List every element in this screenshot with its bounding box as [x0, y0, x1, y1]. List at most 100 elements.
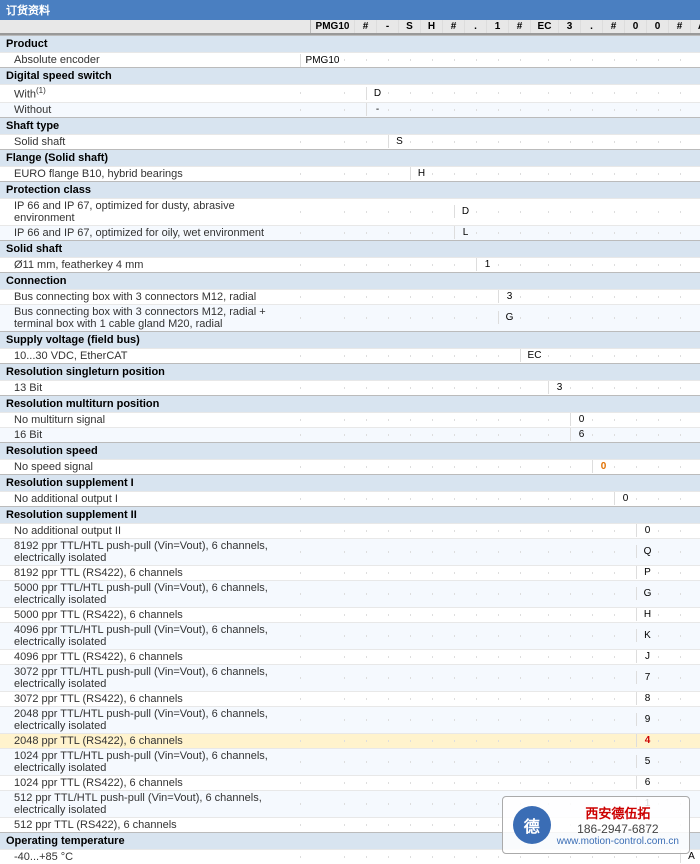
c82g — [454, 572, 476, 574]
c8d — [388, 551, 410, 553]
c5m — [592, 593, 614, 595]
section-singleturn: Resolution singleturn position — [0, 363, 700, 380]
crs1d — [388, 498, 410, 500]
c22c — [366, 740, 388, 742]
cct9: G — [498, 311, 520, 324]
row-no-output-1: No additional output I 0 — [0, 491, 700, 506]
ct1 — [300, 856, 344, 858]
cv13 — [592, 92, 614, 94]
c52q — [680, 614, 700, 616]
co1 — [300, 232, 344, 234]
c52p — [658, 614, 680, 616]
row-values-solid-shaft: S — [300, 135, 700, 149]
c22n — [614, 740, 636, 742]
c9 — [520, 59, 548, 61]
crs7 — [454, 387, 476, 389]
cct12 — [570, 317, 592, 319]
c1d — [388, 761, 410, 763]
col-0b: 0 — [646, 20, 668, 33]
row-values-shaft-11mm: 1 — [300, 258, 700, 272]
cw5 — [410, 109, 432, 111]
cc12 — [570, 296, 592, 298]
cf15 — [636, 173, 658, 175]
c22k — [548, 740, 570, 742]
col-1: 1 — [486, 20, 508, 33]
watermark-phone: 186-2947-6872 — [557, 822, 679, 836]
co10 — [520, 232, 548, 234]
page-container: 订货资料 PMG10 # - S H # . 1 # EC 3 . # 0 0 … — [0, 0, 700, 864]
c3a — [300, 677, 344, 679]
cc10 — [520, 296, 548, 298]
crm10 — [520, 419, 548, 421]
crspd3 — [366, 466, 388, 468]
col-hash5: # — [668, 20, 690, 33]
c52c — [366, 614, 388, 616]
crm8 — [476, 419, 498, 421]
cr2f — [432, 530, 454, 532]
cr2l — [570, 530, 592, 532]
crm6 — [432, 419, 454, 421]
c3 — [388, 59, 410, 61]
row-label-supply-ethercat: 10...30 VDC, EtherCAT — [0, 349, 300, 363]
row-label-8192-ttl-htl: 8192 ppr TTL/HTL push-pull (Vin=Vout), 6… — [0, 539, 300, 565]
cc4 — [388, 296, 410, 298]
c1o: 5 — [636, 755, 658, 768]
row-label-no-speed: No speed signal — [0, 460, 300, 474]
row-values-4096-ttl-htl: K — [300, 623, 700, 649]
cp9 — [498, 211, 520, 213]
csh7 — [454, 264, 476, 266]
c8m — [592, 551, 614, 553]
csh11 — [548, 264, 570, 266]
cf4 — [388, 173, 410, 175]
csh2 — [344, 264, 366, 266]
cct1 — [300, 317, 344, 319]
c42m — [592, 656, 614, 658]
co4 — [388, 232, 410, 234]
crspd12 — [570, 466, 592, 468]
cct14 — [614, 317, 636, 319]
row-ip-dusty: IP 66 and IP 67, optimized for dusty, ab… — [0, 198, 700, 225]
c7 — [476, 59, 498, 61]
crspd2 — [344, 466, 366, 468]
crm16b10 — [520, 434, 548, 436]
crm2 — [344, 419, 366, 421]
ct3 — [366, 856, 388, 858]
ct16 — [658, 856, 680, 858]
cct17 — [680, 317, 700, 319]
c5g — [454, 593, 476, 595]
c52m — [592, 614, 614, 616]
cf10 — [520, 173, 548, 175]
csh15 — [636, 264, 658, 266]
crs1j — [520, 498, 548, 500]
c42c — [366, 656, 388, 658]
cv10 — [520, 92, 548, 94]
crspd16 — [658, 466, 680, 468]
crm5 — [410, 419, 432, 421]
c32b — [344, 698, 366, 700]
cp13 — [592, 211, 614, 213]
cv14 — [614, 92, 636, 94]
crm12: 0 — [570, 413, 592, 426]
c8i — [498, 551, 520, 553]
c11 — [570, 59, 592, 61]
c4j — [520, 635, 548, 637]
section-resolution-speed: Resolution speed — [0, 442, 700, 459]
c3i — [498, 677, 520, 679]
cs11 — [548, 141, 570, 143]
c22b — [344, 740, 366, 742]
c2a — [300, 719, 344, 721]
c3f — [432, 677, 454, 679]
c8l — [570, 551, 592, 553]
ct14 — [614, 856, 636, 858]
cc16 — [658, 296, 680, 298]
c32o: 8 — [636, 692, 658, 705]
c2p — [658, 719, 680, 721]
c4a — [300, 635, 344, 637]
c22j — [520, 740, 548, 742]
c42a — [300, 656, 344, 658]
c1c — [366, 761, 388, 763]
row-values-13bit: 3 — [300, 381, 700, 395]
cs10 — [520, 141, 548, 143]
cp17 — [680, 211, 700, 213]
crm16b11 — [548, 434, 570, 436]
